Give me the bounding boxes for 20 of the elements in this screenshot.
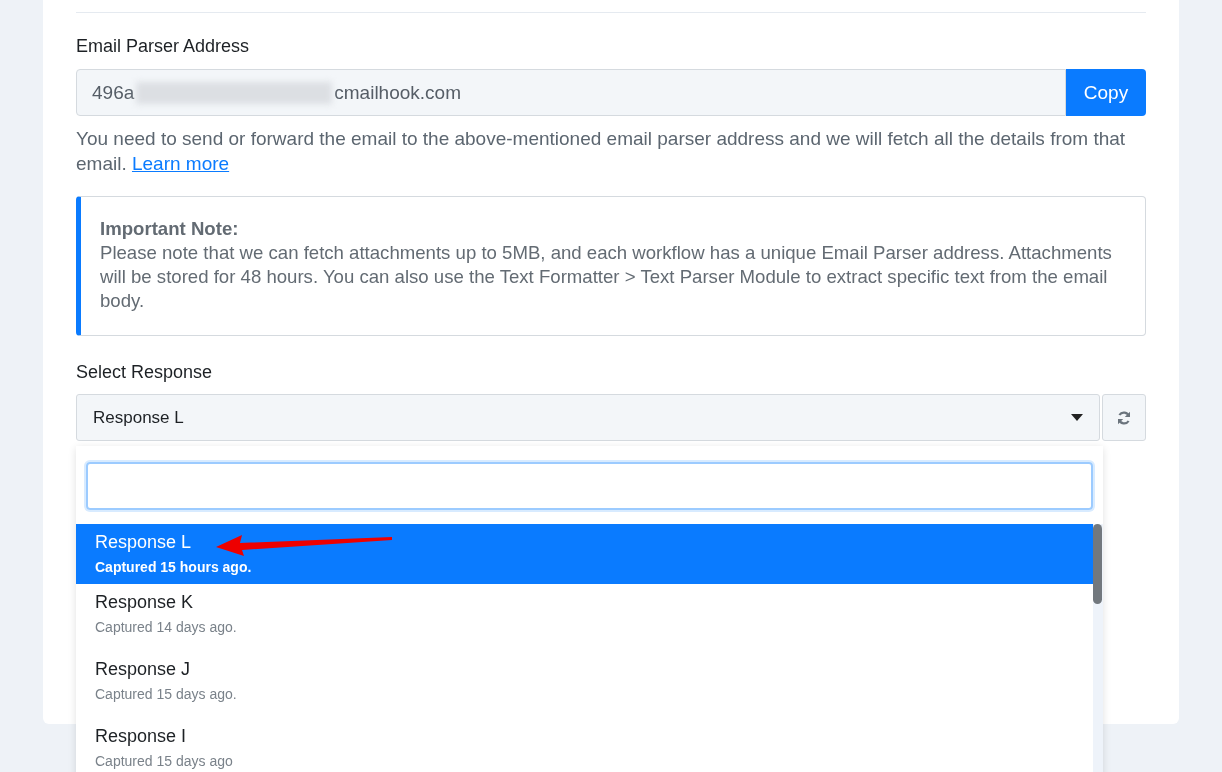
address-field[interactable]: 496a cmailhook.com — [76, 69, 1066, 116]
note-text: Please note that we can fetch attachments up to 5MB, and each workflow has a unique Email Parser address. Attachments will be stored for 48 hours. You can also use the Text Formatter > Text Parser Module to extract specific text from the email body. — [100, 241, 1113, 313]
help-text: You need to send or forward the email to the above-mentioned email parser address and we will fetch all the details from that email. Learn more — [76, 127, 1127, 176]
response-option[interactable]: Response K Captured 14 days ago. — [76, 584, 1093, 651]
response-option[interactable]: Response L Captured 15 hours ago. — [76, 524, 1093, 584]
scrollbar[interactable] — [1093, 524, 1103, 772]
field-label: Email Parser Address — [76, 36, 251, 57]
learn-more-link[interactable]: Learn more — [131, 153, 230, 174]
refresh-icon — [1116, 409, 1132, 426]
search-field[interactable] — [86, 462, 1093, 510]
response-option[interactable]: Response J Captured 15 days ago. — [76, 651, 1093, 718]
response-select[interactable]: Response L — [76, 394, 1100, 441]
response-option[interactable]: Response I Captured 15 days ago — [76, 718, 1093, 772]
field-label: Select Response — [76, 362, 214, 383]
copy-button[interactable]: Copy — [1066, 69, 1146, 116]
caret-icon — [1071, 414, 1083, 421]
address-text: cmailhook.com — [334, 81, 461, 104]
address-text: 496a — [92, 81, 135, 104]
note-title: Important Note: — [100, 217, 240, 241]
refresh-button[interactable] — [1102, 394, 1146, 441]
